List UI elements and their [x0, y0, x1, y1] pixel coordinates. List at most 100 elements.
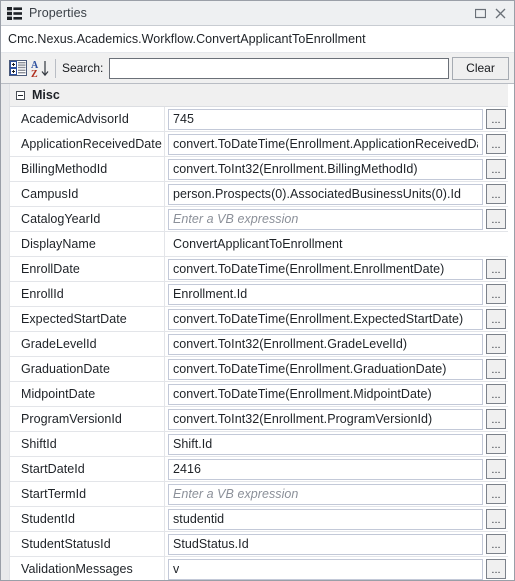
expression-editor-button[interactable]: ... [486, 434, 506, 454]
property-row[interactable]: EnrollDate convert.ToDateTime(Enrollment.… [10, 257, 508, 282]
property-row[interactable]: StudentStatusId StudStatus.Id... [10, 532, 508, 557]
expression-field[interactable]: Enter a VB expression [168, 483, 483, 505]
expression-editor-button[interactable]: ... [486, 334, 506, 354]
expression-editor-button[interactable]: ... [486, 184, 506, 204]
expression-value: Enrollment.Id [173, 287, 248, 301]
clear-button[interactable]: Clear [452, 56, 509, 80]
property-name: ValidationMessages [10, 557, 165, 580]
expression-field[interactable]: convert.ToDateTime(Enrollment.Applicatio… [168, 133, 483, 155]
expression-value: 2416 [173, 462, 202, 476]
categorized-view-icon[interactable] [7, 57, 29, 79]
expression-editor-button[interactable]: ... [486, 559, 506, 579]
property-name: StartTermId [10, 482, 165, 506]
property-value-cell: studentid... [165, 507, 508, 531]
expression-field[interactable]: ConvertApplicantToEnrollment [168, 234, 483, 255]
maximize-button[interactable] [470, 4, 490, 23]
property-row[interactable]: AcademicAdvisorId 745... [10, 107, 508, 132]
property-row[interactable]: GradeLevelId convert.ToInt32(Enrollment.G… [10, 332, 508, 357]
svg-text:Z: Z [31, 69, 38, 78]
expression-field[interactable]: Shift.Id [168, 433, 483, 455]
property-row[interactable]: ProgramVersionId convert.ToInt32(Enrollme… [10, 407, 508, 432]
expression-editor-button[interactable]: ... [486, 484, 506, 504]
property-row[interactable]: ShiftId Shift.Id... [10, 432, 508, 457]
expression-field[interactable]: convert.ToDateTime(Enrollment.Graduation… [168, 358, 483, 380]
expression-value: convert.ToDateTime(Enrollment.MidpointDa… [173, 387, 432, 401]
expression-editor-button[interactable]: ... [486, 209, 506, 229]
expression-placeholder: Enter a VB expression [173, 212, 299, 226]
property-row[interactable]: StudentId studentid... [10, 507, 508, 532]
property-row[interactable]: ApplicationReceivedDate convert.ToDateTim… [10, 132, 508, 157]
expression-value: v [173, 562, 180, 576]
property-name: ApplicationReceivedDate [10, 132, 165, 156]
property-row[interactable]: StartTermId Enter a VB expression... [10, 482, 508, 507]
property-name: BillingMethodId [10, 157, 165, 181]
expression-editor-button[interactable]: ... [486, 459, 506, 479]
property-value-cell: Enter a VB expression... [165, 207, 508, 231]
expression-editor-button[interactable]: ... [486, 134, 506, 154]
expression-value: convert.ToInt32(Enrollment.BillingMethod… [173, 162, 418, 176]
property-value-cell: Enter a VB expression... [165, 482, 508, 506]
expression-editor-button[interactable]: ... [486, 409, 506, 429]
property-value-cell: 2416... [165, 457, 508, 481]
expression-editor-button[interactable]: ... [486, 284, 506, 304]
expression-editor-button[interactable]: ... [486, 384, 506, 404]
property-name: GraduationDate [10, 357, 165, 381]
expression-editor-button[interactable]: ... [486, 109, 506, 129]
sort-alphabetical-icon[interactable]: A Z [29, 57, 51, 79]
expression-editor-button[interactable]: ... [486, 509, 506, 529]
property-row[interactable]: CampusId person.Prospects(0).AssociatedBu… [10, 182, 508, 207]
expression-field[interactable]: convert.ToDateTime(Enrollment.ExpectedSt… [168, 308, 483, 330]
property-row[interactable]: CatalogYearId Enter a VB expression... [10, 207, 508, 232]
expression-field[interactable]: studentid [168, 508, 483, 530]
property-rows: AcademicAdvisorId 745... ApplicationReceiv… [10, 107, 508, 580]
expression-editor-button[interactable]: ... [486, 309, 506, 329]
expression-field[interactable]: convert.ToDateTime(Enrollment.Enrollment… [168, 258, 483, 280]
property-name: ExpectedStartDate [10, 307, 165, 331]
property-value-cell: convert.ToInt32(Enrollment.BillingMethod… [165, 157, 508, 181]
expression-field[interactable]: convert.ToInt32(Enrollment.ProgramVersio… [168, 408, 483, 430]
search-label: Search: [62, 61, 104, 75]
property-name: DisplayName [10, 232, 165, 256]
expression-field[interactable]: person.Prospects(0).AssociatedBusinessUn… [168, 183, 483, 205]
property-value-cell: convert.ToInt32(Enrollment.GradeLevelId)… [165, 332, 508, 356]
property-row[interactable]: MidpointDate convert.ToDateTime(Enrollmen… [10, 382, 508, 407]
expression-field[interactable]: convert.ToInt32(Enrollment.BillingMethod… [168, 158, 483, 180]
property-value-cell: ConvertApplicantToEnrollment [165, 232, 508, 256]
property-row[interactable]: GraduationDate convert.ToDateTime(Enrollm… [10, 357, 508, 382]
property-row[interactable]: EnrollId Enrollment.Id... [10, 282, 508, 307]
category-label: Misc [32, 88, 60, 102]
expression-editor-button[interactable]: ... [486, 159, 506, 179]
properties-grid-icon [7, 6, 22, 20]
property-value-cell: convert.ToInt32(Enrollment.ProgramVersio… [165, 407, 508, 431]
expression-editor-button[interactable]: ... [486, 359, 506, 379]
selected-object-type-text: Cmc.Nexus.Academics.Workflow.ConvertAppl… [8, 32, 366, 46]
property-row[interactable]: StartDateId 2416... [10, 457, 508, 482]
property-row[interactable]: BillingMethodId convert.ToInt32(Enrollmen… [10, 157, 508, 182]
close-button[interactable] [490, 4, 510, 23]
expression-value: StudStatus.Id [173, 537, 249, 551]
expression-field[interactable]: 745 [168, 108, 483, 130]
selected-object-type: Cmc.Nexus.Academics.Workflow.ConvertAppl… [1, 26, 514, 53]
expression-editor-button[interactable]: ... [486, 259, 506, 279]
property-name: StudentId [10, 507, 165, 531]
expression-field[interactable]: Enrollment.Id [168, 283, 483, 305]
expression-field[interactable]: Enter a VB expression [168, 208, 483, 230]
titlebar: Properties [1, 1, 514, 26]
property-value-cell: convert.ToDateTime(Enrollment.MidpointDa… [165, 382, 508, 406]
category-collapse-toggle[interactable] [16, 90, 25, 100]
expression-field[interactable]: convert.ToInt32(Enrollment.GradeLevelId) [168, 333, 483, 355]
category-header-misc[interactable]: Misc [10, 84, 508, 107]
expression-value: convert.ToInt32(Enrollment.ProgramVersio… [173, 412, 433, 426]
expression-field[interactable]: v [168, 558, 483, 580]
search-input[interactable] [109, 57, 449, 79]
property-name: StartDateId [10, 457, 165, 481]
property-name: ShiftId [10, 432, 165, 456]
expression-editor-button[interactable]: ... [486, 534, 506, 554]
property-row[interactable]: DisplayName ConvertApplicantToEnrollment [10, 232, 508, 257]
property-name: MidpointDate [10, 382, 165, 406]
expression-field[interactable]: convert.ToDateTime(Enrollment.MidpointDa… [168, 383, 483, 405]
property-row[interactable]: ValidationMessages v... [10, 557, 508, 580]
expression-field[interactable]: StudStatus.Id [168, 533, 483, 555]
property-row[interactable]: ExpectedStartDate convert.ToDateTime(Enro… [10, 307, 508, 332]
expression-field[interactable]: 2416 [168, 458, 483, 480]
